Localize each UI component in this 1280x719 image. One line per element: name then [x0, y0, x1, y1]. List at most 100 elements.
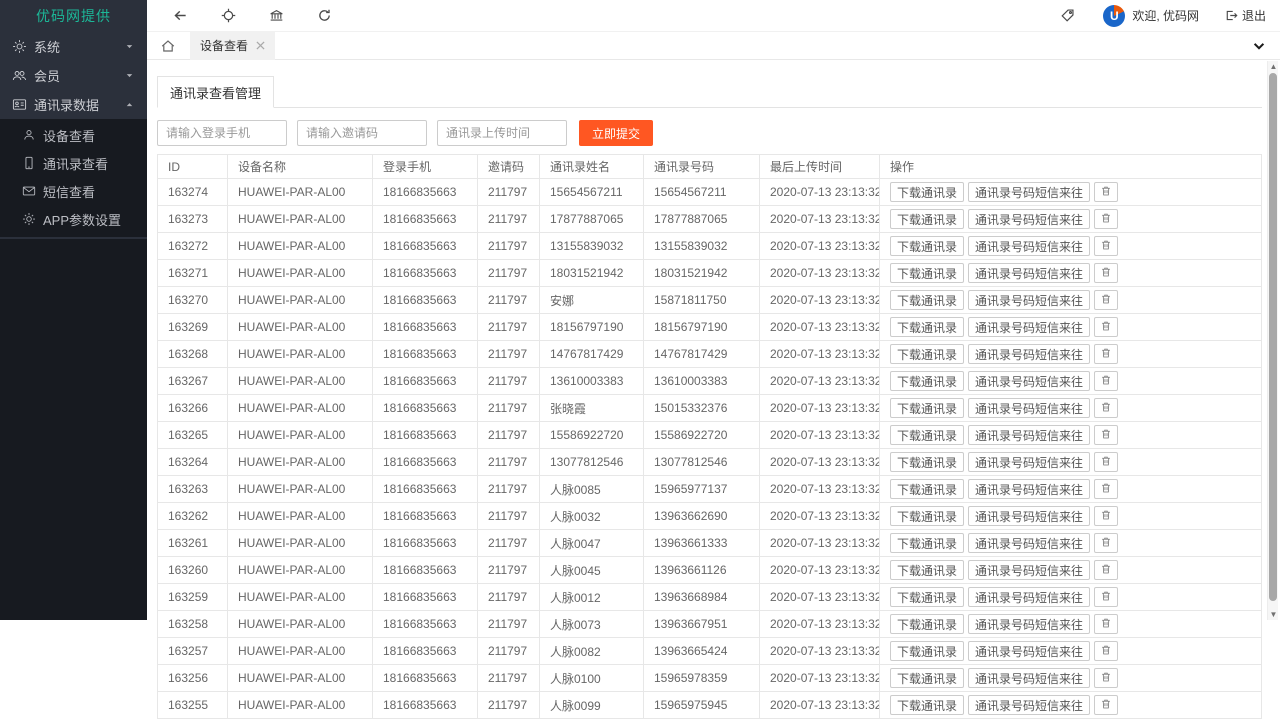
- download-contacts-button[interactable]: 下载通讯录: [890, 398, 965, 418]
- delete-button[interactable]: [1094, 614, 1119, 634]
- bank-icon[interactable]: [269, 8, 284, 23]
- sms-history-button[interactable]: 通讯录号码短信来往: [968, 425, 1091, 445]
- delete-button[interactable]: [1094, 398, 1119, 418]
- vertical-scrollbar[interactable]: ▲ ▼: [1267, 61, 1278, 620]
- sms-history-button[interactable]: 通讯录号码短信来往: [968, 506, 1091, 526]
- upload-time-input[interactable]: [437, 120, 567, 146]
- scroll-up-arrow-icon[interactable]: ▲: [1268, 61, 1279, 72]
- crosshair-icon[interactable]: [221, 8, 236, 23]
- avatar[interactable]: U: [1103, 4, 1126, 27]
- download-contacts-button[interactable]: 下载通讯录: [890, 614, 965, 634]
- sms-history-button[interactable]: 通讯录号码短信来往: [968, 209, 1091, 229]
- sms-history-button[interactable]: 通讯录号码短信来往: [968, 452, 1091, 472]
- download-contacts-button[interactable]: 下载通讯录: [890, 641, 965, 661]
- sms-history-button[interactable]: 通讯录号码短信来往: [968, 371, 1091, 391]
- download-contacts-button[interactable]: 下载通讯录: [890, 668, 965, 688]
- cell-name: 13077812546: [539, 448, 644, 476]
- download-contacts-button[interactable]: 下载通讯录: [890, 695, 965, 715]
- download-contacts-button[interactable]: 下载通讯录: [890, 506, 965, 526]
- cell-device: HUAWEI-PAR-AL00: [227, 367, 373, 395]
- sms-history-button[interactable]: 通讯录号码短信来往: [968, 317, 1091, 337]
- panel-tab-contacts-management[interactable]: 通讯录查看管理: [157, 76, 275, 108]
- submit-button[interactable]: 立即提交: [579, 120, 654, 146]
- download-contacts-button[interactable]: 下载通讯录: [890, 209, 965, 229]
- submenu-item-2[interactable]: 短信查看: [0, 177, 147, 205]
- trash-icon: [1100, 590, 1112, 602]
- scrollbar-thumb[interactable]: [1269, 73, 1277, 601]
- delete-button[interactable]: [1094, 479, 1119, 499]
- users-icon: [12, 68, 27, 83]
- sms-history-button[interactable]: 通讯录号码短信来往: [968, 344, 1091, 364]
- download-contacts-button[interactable]: 下载通讯录: [890, 263, 965, 283]
- sidebar-item-1[interactable]: 会员: [0, 61, 147, 90]
- delete-button[interactable]: [1094, 587, 1119, 607]
- invite-code-input[interactable]: [297, 120, 427, 146]
- delete-button[interactable]: [1094, 641, 1119, 661]
- delete-button[interactable]: [1094, 533, 1119, 553]
- sms-history-button[interactable]: 通讯录号码短信来往: [968, 614, 1091, 634]
- download-contacts-button[interactable]: 下载通讯录: [890, 533, 965, 553]
- download-contacts-button[interactable]: 下载通讯录: [890, 425, 965, 445]
- cell-invite: 211797: [477, 475, 540, 503]
- cell-number: 15015332376: [643, 394, 760, 422]
- download-contacts-button[interactable]: 下载通讯录: [890, 371, 965, 391]
- sms-history-button[interactable]: 通讯录号码短信来往: [968, 263, 1091, 283]
- delete-button[interactable]: [1094, 182, 1119, 202]
- chevron-down-icon[interactable]: [1252, 39, 1266, 53]
- sms-history-button[interactable]: 通讯录号码短信来往: [968, 479, 1091, 499]
- logout-button[interactable]: 退出: [1225, 7, 1266, 24]
- download-contacts-button[interactable]: 下载通讯录: [890, 236, 965, 256]
- cell-actions: 下载通讯录 通讯录号码短信来往: [879, 178, 1262, 206]
- delete-button[interactable]: [1094, 425, 1119, 445]
- delete-button[interactable]: [1094, 317, 1119, 337]
- delete-button[interactable]: [1094, 506, 1119, 526]
- delete-button[interactable]: [1094, 452, 1119, 472]
- home-icon[interactable]: [160, 38, 176, 54]
- sms-history-button[interactable]: 通讯录号码短信来往: [968, 668, 1091, 688]
- submenu-item-1[interactable]: 通讯录查看: [0, 149, 147, 177]
- download-contacts-button[interactable]: 下载通讯录: [890, 317, 965, 337]
- table-row: 163268 HUAWEI-PAR-AL00 18166835663 211797 14…: [157, 340, 1262, 368]
- close-icon[interactable]: [256, 41, 265, 50]
- sms-history-button[interactable]: 通讯录号码短信来往: [968, 236, 1091, 256]
- delete-button[interactable]: [1094, 668, 1119, 688]
- download-contacts-button[interactable]: 下载通讯录: [890, 290, 965, 310]
- delete-button[interactable]: [1094, 344, 1119, 364]
- delete-button[interactable]: [1094, 371, 1119, 391]
- login-phone-input[interactable]: [157, 120, 287, 146]
- download-contacts-button[interactable]: 下载通讯录: [890, 182, 965, 202]
- sms-history-button[interactable]: 通讯录号码短信来往: [968, 182, 1091, 202]
- back-icon[interactable]: [173, 8, 188, 23]
- tag-icon[interactable]: [1060, 8, 1075, 23]
- sms-history-button[interactable]: 通讯录号码短信来往: [968, 533, 1091, 553]
- delete-button[interactable]: [1094, 560, 1119, 580]
- cell-name: 人脉0012: [539, 583, 644, 611]
- sms-history-button[interactable]: 通讯录号码短信来往: [968, 587, 1091, 607]
- submenu-item-3[interactable]: APP参数设置: [0, 205, 147, 233]
- delete-button[interactable]: [1094, 290, 1119, 310]
- download-contacts-button[interactable]: 下载通讯录: [890, 452, 965, 472]
- sms-history-button[interactable]: 通讯录号码短信来往: [968, 560, 1091, 580]
- sms-history-button[interactable]: 通讯录号码短信来往: [968, 290, 1091, 310]
- sidebar-menu: 系统 会员 通讯录数据 设备查看 通讯录查看 短信查看 APP参数设置: [0, 32, 147, 237]
- sms-history-button[interactable]: 通讯录号码短信来往: [968, 641, 1091, 661]
- table-row: 163264 HUAWEI-PAR-AL00 18166835663 211797 13…: [157, 448, 1262, 476]
- download-contacts-button[interactable]: 下载通讯录: [890, 587, 965, 607]
- cell-actions: 下载通讯录 通讯录号码短信来往: [879, 529, 1262, 557]
- delete-button[interactable]: [1094, 236, 1119, 256]
- sidebar-item-0[interactable]: 系统: [0, 32, 147, 61]
- sms-history-button[interactable]: 通讯录号码短信来往: [968, 695, 1091, 715]
- delete-button[interactable]: [1094, 695, 1119, 715]
- download-contacts-button[interactable]: 下载通讯录: [890, 479, 965, 499]
- delete-button[interactable]: [1094, 209, 1119, 229]
- table-row: 163256 HUAWEI-PAR-AL00 18166835663 211797 人脉…: [157, 664, 1262, 692]
- delete-button[interactable]: [1094, 263, 1119, 283]
- tab-device-view[interactable]: 设备查看: [190, 31, 276, 60]
- sidebar-item-2[interactable]: 通讯录数据: [0, 90, 147, 119]
- sms-history-button[interactable]: 通讯录号码短信来往: [968, 398, 1091, 418]
- download-contacts-button[interactable]: 下载通讯录: [890, 560, 965, 580]
- scroll-down-arrow-icon[interactable]: ▼: [1268, 609, 1279, 620]
- refresh-icon[interactable]: [317, 8, 332, 23]
- submenu-item-0[interactable]: 设备查看: [0, 121, 147, 149]
- download-contacts-button[interactable]: 下载通讯录: [890, 344, 965, 364]
